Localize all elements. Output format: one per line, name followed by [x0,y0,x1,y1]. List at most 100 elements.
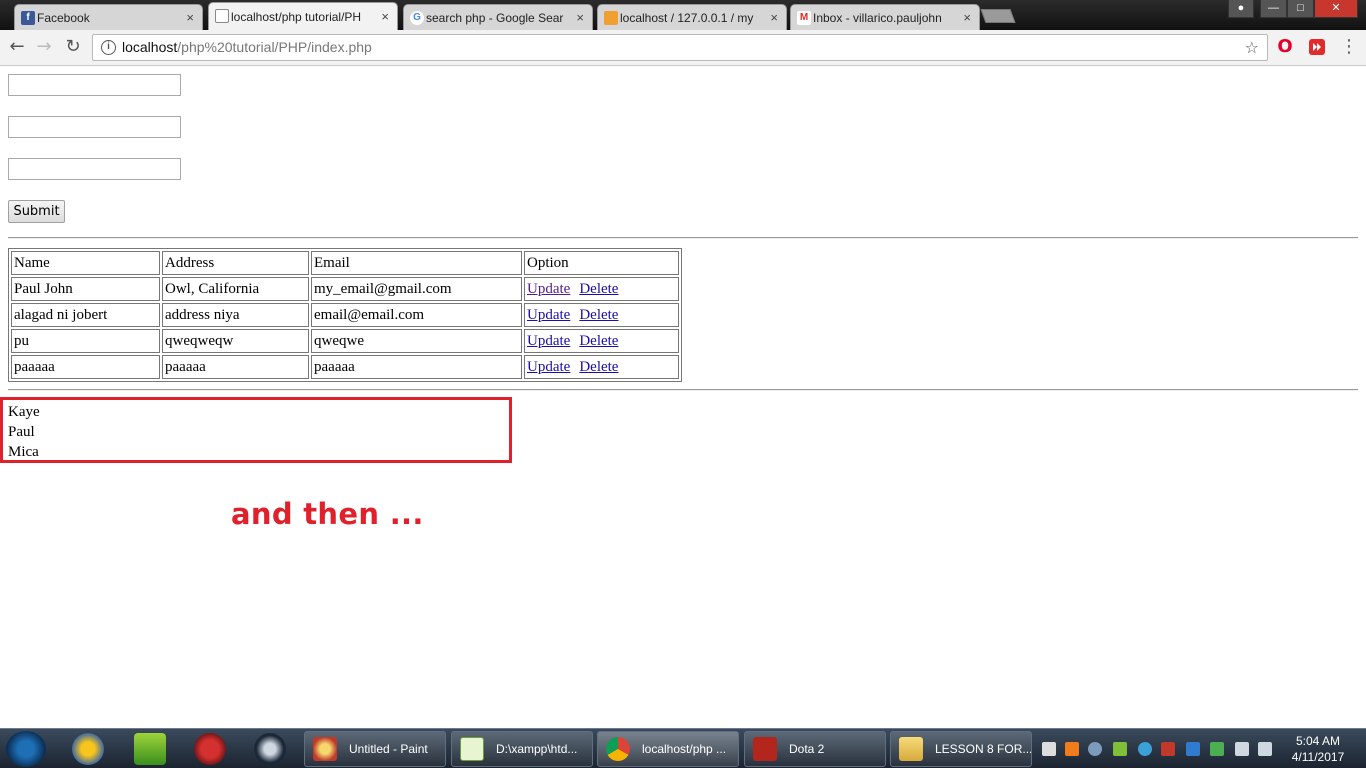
maximize-button[interactable]: □ [1287,0,1314,18]
delete-link[interactable]: Delete [579,333,618,349]
notepadpp-icon [460,737,484,761]
dota2-icon [753,737,777,761]
list-item: Paul [8,424,35,440]
pinned-app-icon[interactable] [194,733,226,765]
tab-title: localhost / 127.0.0.1 / my [620,10,754,25]
cell-address: paaaaa [162,355,309,379]
text-field-3[interactable] [8,158,181,180]
taskbar-button-label: localhost/php ... [642,742,727,756]
delete-link[interactable]: Delete [579,307,618,323]
cell-option: Update Delete [524,329,679,353]
update-link[interactable]: Update [527,359,570,375]
header-address: Address [162,251,309,275]
steam-tray-icon[interactable] [1088,742,1102,756]
horizontal-rule [8,237,1358,239]
cell-option: Update Delete [524,277,679,301]
gmail-icon: M [797,11,811,25]
taskbar-button-folder[interactable]: LESSON 8 FOR... [890,731,1032,767]
page-content: Submit Name Address Email Option Paul Jo… [0,67,1366,728]
list-item: Kaye [8,404,40,420]
table-row: pu qweqweqw qweqwe Update Delete [11,329,679,353]
tab-title: Inbox - villarico.pauljohn [813,10,942,25]
tray-app-icon[interactable] [1210,742,1224,756]
forward-arrow-icon[interactable]: → [33,36,55,58]
phpmyadmin-icon [604,11,618,25]
header-name: Name [11,251,160,275]
tab-title: Facebook [37,10,90,25]
tab-facebook[interactable]: f Facebook × [14,4,203,30]
folder-icon [899,737,923,761]
facebook-icon: f [21,11,35,25]
update-link[interactable]: Update [527,307,570,323]
windows-taskbar: Untitled - Paint D:\xampp\htd... localho… [0,728,1366,768]
bluestacks-icon[interactable] [134,733,166,765]
taskbar-button-label: Dota 2 [789,742,825,756]
tray-app-icon[interactable] [1138,742,1152,756]
tab-google-search[interactable]: G search php - Google Sear × [403,4,593,30]
google-icon: G [410,11,424,25]
update-link[interactable]: Update [527,281,570,297]
cell-email: email@email.com [311,303,522,327]
taskbar-button-notepadpp[interactable]: D:\xampp\htd... [451,731,593,767]
address-bar[interactable]: i localhost/php%20tutorial/PHP/index.php… [92,34,1268,61]
close-icon[interactable]: × [576,10,584,25]
browser-tab-strip: f Facebook × localhost/php tutorial/PH ×… [0,0,1366,30]
minimize-button[interactable]: — [1260,0,1287,18]
close-icon[interactable]: × [770,10,778,25]
user-icon[interactable]: ● [1228,0,1254,18]
volume-icon[interactable] [1258,742,1272,756]
text-field-1[interactable] [8,74,181,96]
header-email: Email [311,251,522,275]
tab-gmail-inbox[interactable]: M Inbox - villarico.pauljohn × [790,4,980,30]
info-icon[interactable]: i [101,40,116,55]
cell-name: Paul John [11,277,160,301]
taskbar-button-label: D:\xampp\htd... [496,742,578,756]
network-icon[interactable] [1235,742,1249,756]
cell-option: Update Delete [524,355,679,379]
close-icon[interactable]: × [186,10,194,25]
tray-app-icon[interactable] [1161,742,1175,756]
cell-option: Update Delete [524,303,679,327]
steam-icon[interactable] [254,733,286,765]
xampp-tray-icon[interactable] [1065,742,1079,756]
tab-title: localhost/php tutorial/PH [231,9,362,24]
start-button-icon[interactable] [6,731,46,767]
names-list-highlight-box: Kaye Paul Mica [0,397,512,463]
delete-link[interactable]: Delete [579,281,618,297]
cell-name: pu [11,329,160,353]
taskbar-button-paint[interactable]: Untitled - Paint [304,731,446,767]
update-link[interactable]: Update [527,333,570,349]
text-field-2[interactable] [8,116,181,138]
clock-date: 4/11/2017 [1291,750,1345,764]
extension-icon[interactable] [1306,36,1328,58]
pinned-app-icon[interactable] [72,733,104,765]
tray-app-icon[interactable] [1113,742,1127,756]
header-option: Option [524,251,679,275]
new-tab-button[interactable] [980,9,1016,23]
taskbar-button-dota2[interactable]: Dota 2 [744,731,886,767]
table-row: Paul John Owl, California my_email@gmail… [11,277,679,301]
tab-title: search php - Google Sear [426,10,564,25]
close-icon[interactable]: × [381,9,389,24]
opera-extension-icon[interactable]: O [1274,36,1296,58]
list-item: Mica [8,444,39,460]
submit-button[interactable]: Submit [8,200,65,223]
window-close-button[interactable]: ✕ [1314,0,1358,18]
bluetooth-icon[interactable] [1186,742,1200,756]
taskbar-button-label: LESSON 8 FOR... [935,742,1032,756]
page-icon [215,9,229,23]
delete-link[interactable]: Delete [579,359,618,375]
close-icon[interactable]: × [963,10,971,25]
records-table: Name Address Email Option Paul John Owl,… [8,248,682,382]
back-arrow-icon[interactable]: ← [6,36,28,58]
tab-localhost-php-tutorial[interactable]: localhost/php tutorial/PH × [208,2,398,30]
tray-app-icon[interactable] [1042,742,1056,756]
cell-email: qweqwe [311,329,522,353]
taskbar-button-chrome[interactable]: localhost/php ... [597,731,739,767]
menu-kebab-icon[interactable]: ⋮ [1338,36,1360,58]
reload-icon[interactable]: ↻ [62,36,84,58]
bookmark-star-icon[interactable]: ☆ [1245,35,1259,60]
system-clock[interactable]: 5:04 AM 4/11/2017 [1283,733,1353,765]
cell-email: paaaaa [311,355,522,379]
tab-phpmyadmin[interactable]: localhost / 127.0.0.1 / my × [597,4,787,30]
